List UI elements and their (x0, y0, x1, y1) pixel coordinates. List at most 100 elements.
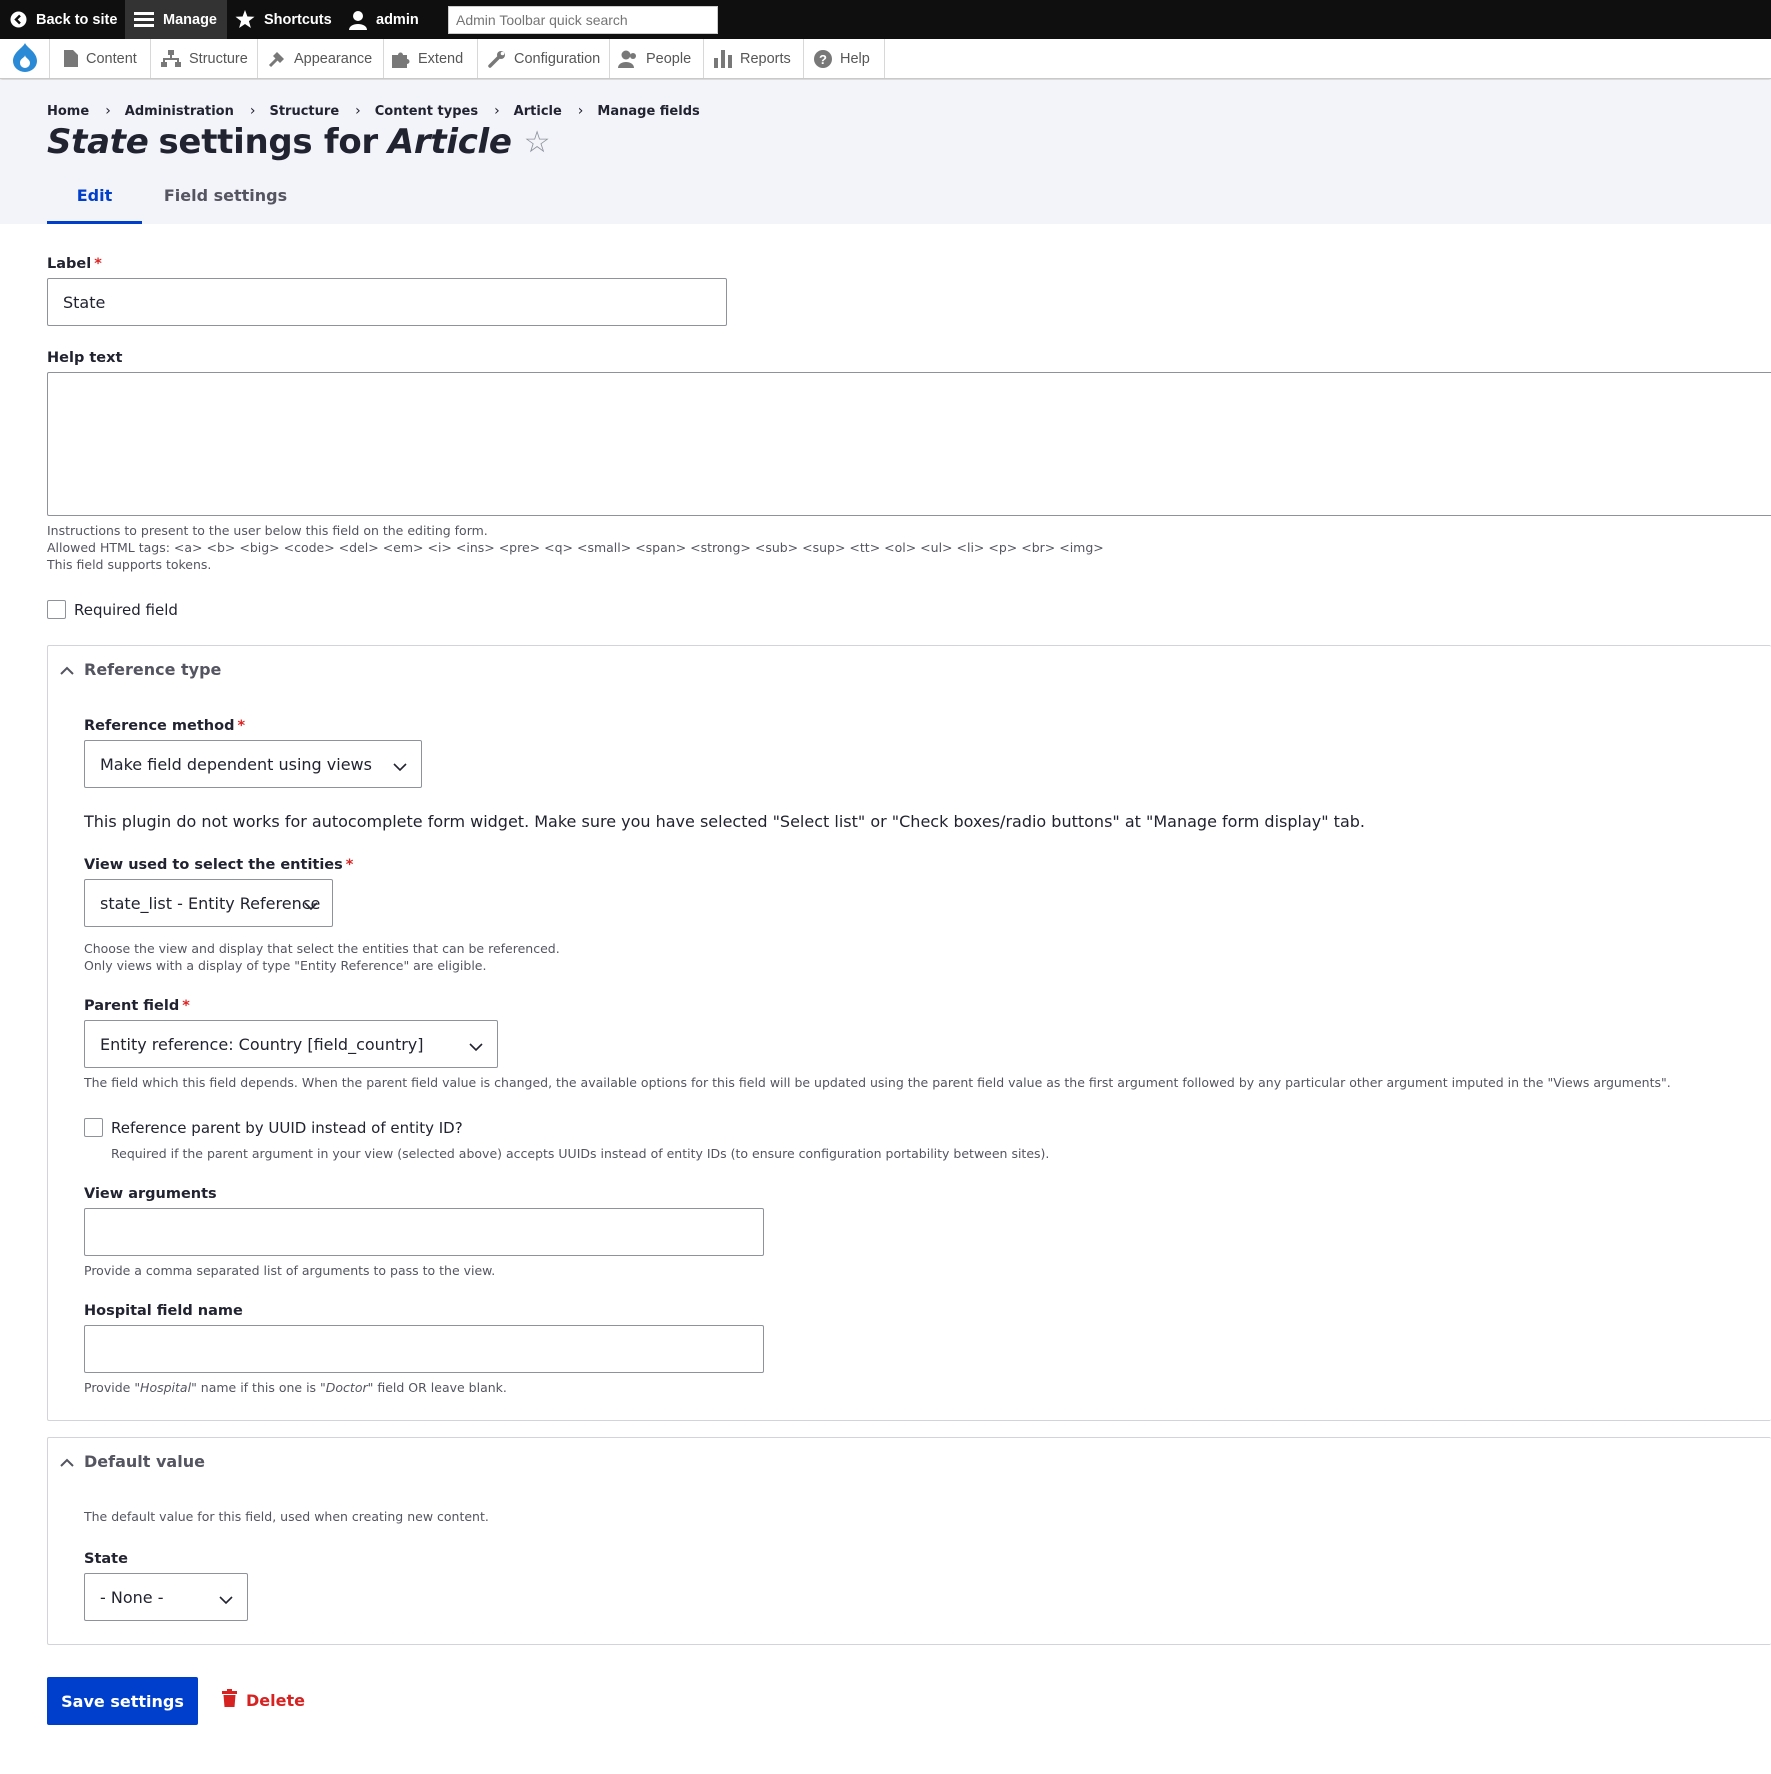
shortcuts-toggle[interactable]: Shortcuts (235, 0, 332, 39)
configuration-icon (488, 50, 506, 68)
tab-edit[interactable]: Edit (47, 186, 142, 224)
chevron-up-icon (60, 660, 74, 679)
drupal-logo-icon (12, 42, 38, 76)
breadcrumb-article[interactable]: Article (514, 104, 562, 119)
breadcrumb-manage-fields[interactable]: Manage fields (597, 104, 699, 119)
tray-item-configuration[interactable]: Configuration (478, 39, 610, 78)
user-toggle[interactable]: admin (349, 0, 419, 39)
parent-field-value: Entity reference: Country [field_country… (100, 1034, 424, 1054)
chevron-down-icon (219, 1590, 233, 1609)
help-icon: ? (814, 49, 832, 68)
tray-item-extend[interactable]: Extend (384, 39, 478, 78)
tray-item-appearance[interactable]: Appearance (258, 39, 384, 78)
required-marker-icon: * (94, 256, 102, 272)
trash-icon (222, 1689, 237, 1711)
breadcrumb-separator-icon: › (249, 103, 256, 119)
manage-toggle[interactable]: Manage (125, 0, 227, 39)
default-value-summary[interactable]: Default value (60, 1452, 205, 1471)
help-text-textarea[interactable] (47, 372, 1771, 516)
tray-item-label: Reports (740, 50, 791, 67)
reference-method-value: Make field dependent using views (100, 754, 372, 774)
breadcrumb-home[interactable]: Home (47, 104, 89, 119)
default-state-value: - None - (100, 1587, 164, 1607)
delete-link[interactable]: Delete (222, 1689, 305, 1711)
toolbar-search-input[interactable] (448, 6, 718, 34)
svg-text:?: ? (819, 52, 827, 67)
required-field-label: Required field (74, 601, 178, 619)
admin-toolbar: Back to site Manage Shortcuts admin (0, 0, 1771, 39)
parent-field-select[interactable]: Entity reference: Country [field_country… (84, 1020, 498, 1068)
shortcut-star-icon[interactable]: ☆ (524, 125, 551, 160)
page-title-bundle: Article (387, 122, 512, 162)
view-title: View used to select the entities * (84, 857, 354, 873)
admin-menu-tray: Content Structure Appearance Extend Conf… (0, 39, 1771, 79)
tray-item-reports[interactable]: Reports (704, 39, 804, 78)
tray-item-label: Help (840, 50, 870, 67)
view-arguments-input[interactable] (84, 1208, 764, 1256)
reference-type-legend: Reference type (84, 660, 222, 679)
default-value-fieldset (47, 1437, 1771, 1645)
page-title-middle: settings for (158, 122, 379, 162)
save-settings-button[interactable]: Save settings (47, 1677, 198, 1725)
tray-item-people[interactable]: People (610, 39, 704, 78)
hamburger-icon (134, 11, 154, 28)
extend-icon (392, 50, 410, 68)
view-arguments-description: Provide a comma separated list of argume… (84, 1263, 496, 1278)
user-label: admin (376, 11, 419, 28)
drupal-home-link[interactable] (0, 39, 50, 78)
help-text-title: Help text (47, 350, 123, 366)
people-icon (618, 50, 638, 68)
view-description: Choose the view and display that select … (84, 941, 560, 973)
tray-item-label: Content (86, 50, 137, 67)
manage-label: Manage (163, 11, 217, 28)
view-arguments-title: View arguments (84, 1186, 217, 1202)
uuid-checkbox[interactable] (84, 1118, 103, 1137)
default-value-description: The default value for this field, used w… (84, 1509, 489, 1524)
tray-item-structure[interactable]: Structure (151, 39, 258, 78)
view-select[interactable]: state_list - Entity Reference (84, 879, 333, 927)
chevron-down-icon (304, 896, 318, 915)
chevron-down-icon (469, 1037, 483, 1056)
label-input[interactable] (47, 278, 727, 326)
required-marker-icon: * (182, 998, 190, 1014)
default-state-select[interactable]: - None - (84, 1573, 248, 1621)
chevron-down-icon (393, 757, 407, 776)
hospital-field-input[interactable] (84, 1325, 764, 1373)
breadcrumb-separator-icon: › (355, 103, 361, 119)
tab-field-settings-label: Field settings (163, 186, 288, 205)
uuid-label: Reference parent by UUID instead of enti… (111, 1119, 463, 1137)
reports-icon (714, 49, 732, 68)
parent-field-description: The field which this field depends. When… (84, 1075, 1671, 1090)
required-field-checkbox[interactable] (47, 600, 66, 619)
star-icon (235, 10, 255, 29)
view-value: state_list - Entity Reference (100, 893, 321, 913)
breadcrumb-administration[interactable]: Administration (125, 104, 234, 119)
appearance-icon (268, 50, 286, 68)
hospital-field-title: Hospital field name (84, 1303, 243, 1319)
delete-label: Delete (246, 1690, 305, 1710)
parent-field-title: Parent field * (84, 998, 190, 1014)
breadcrumb-content-types[interactable]: Content types (375, 104, 478, 119)
breadcrumb-separator-icon: › (105, 103, 111, 119)
uuid-description: Required if the parent argument in your … (111, 1146, 1050, 1161)
breadcrumb: Home › Administration › Structure › Cont… (47, 103, 700, 119)
back-arrow-icon (10, 11, 27, 28)
default-value-legend: Default value (84, 1452, 205, 1471)
structure-icon (161, 50, 181, 67)
tray-item-label: Appearance (294, 50, 373, 67)
plugin-note: This plugin do not works for autocomplet… (84, 812, 1365, 831)
shortcuts-label: Shortcuts (264, 11, 332, 28)
tab-field-settings[interactable]: Field settings (160, 186, 291, 224)
user-icon (349, 10, 367, 30)
back-to-site-link[interactable]: Back to site (10, 0, 117, 39)
page-title: State settings for Article ☆ (47, 122, 551, 162)
content-icon (64, 50, 78, 67)
default-state-title: State (84, 1551, 128, 1567)
reference-method-title: Reference method * (84, 718, 246, 734)
reference-method-select[interactable]: Make field dependent using views (84, 740, 422, 788)
tray-item-content[interactable]: Content (50, 39, 151, 78)
tray-item-help[interactable]: ? Help (804, 39, 885, 78)
reference-type-summary[interactable]: Reference type (60, 660, 221, 679)
tray-item-label: Configuration (514, 50, 601, 67)
breadcrumb-structure[interactable]: Structure (269, 104, 339, 119)
